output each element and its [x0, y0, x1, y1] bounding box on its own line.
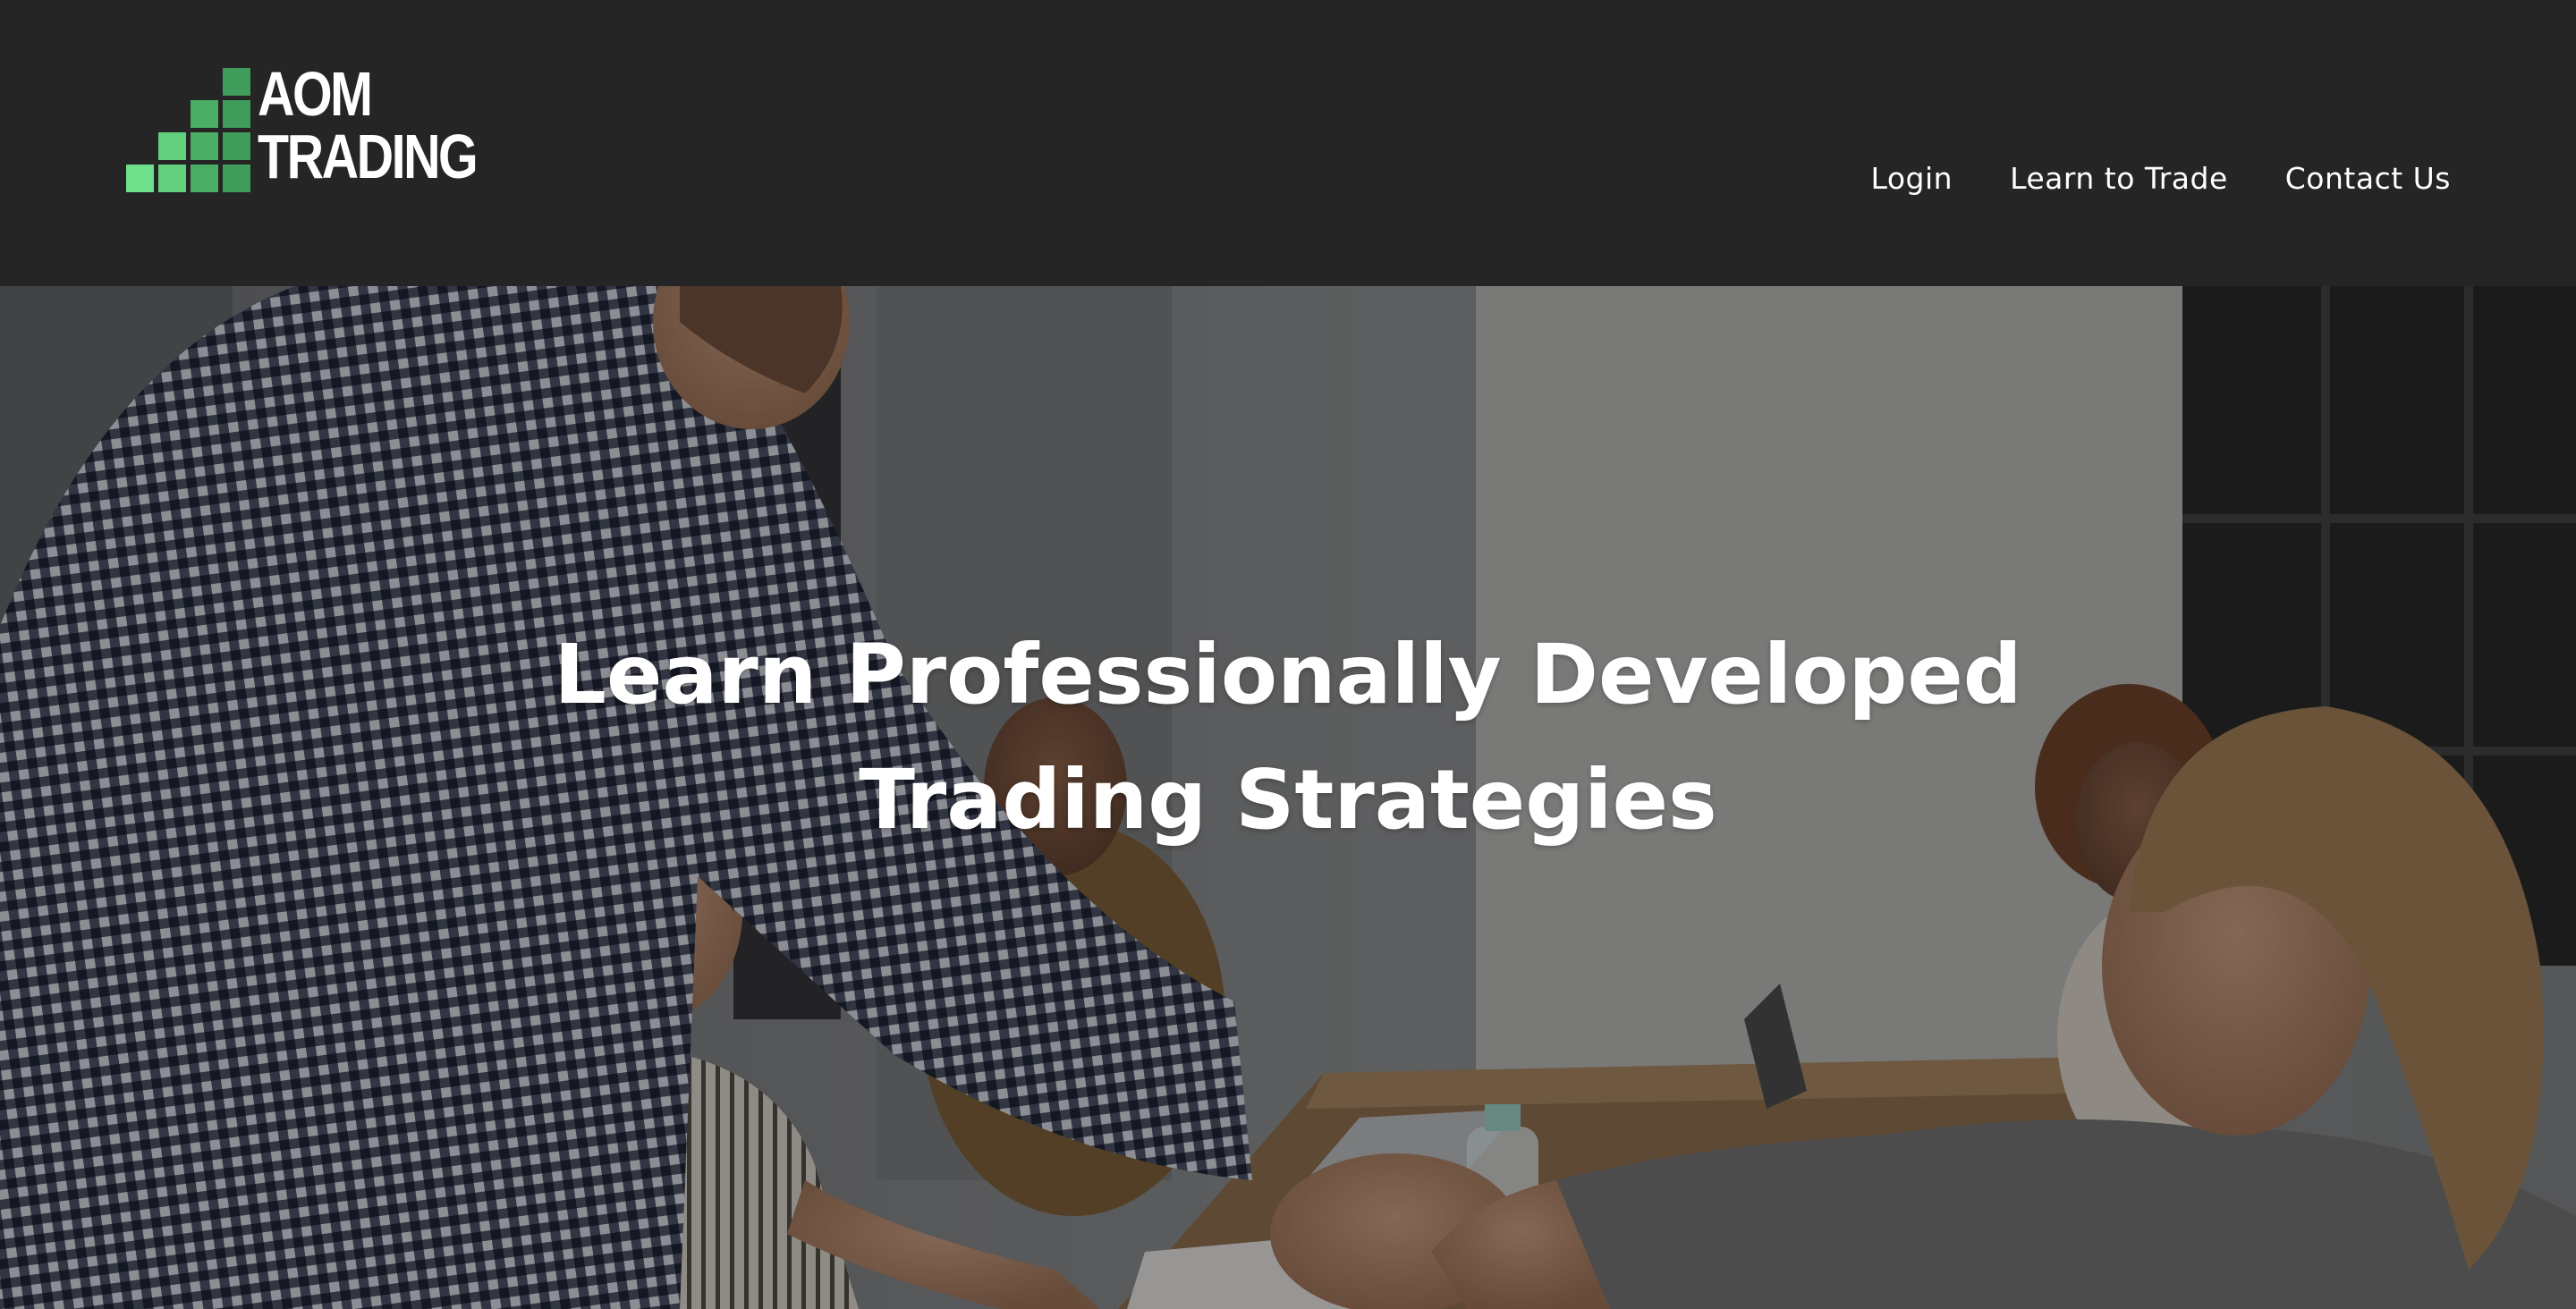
- logo-line-2: TRADING: [258, 122, 479, 191]
- logo-line-1: AOM: [258, 59, 373, 129]
- logo-bars-icon: [125, 68, 250, 198]
- nav-learn-to-trade-link[interactable]: Learn to Trade: [2010, 161, 2228, 196]
- hero-title-line-1: Learn Professionally Developed: [554, 627, 2022, 722]
- hero-title-line-2: Trading Strategies: [859, 752, 1717, 848]
- brand-logo[interactable]: AOM TRADING: [125, 63, 501, 202]
- main-nav: Login Learn to Trade Contact Us: [1871, 161, 2451, 196]
- nav-contact-us-link[interactable]: Contact Us: [2285, 161, 2451, 196]
- logo-wordmark: AOM TRADING: [258, 59, 479, 191]
- hero-section: Learn Professionally Developed Trading S…: [0, 286, 2576, 1309]
- site-header: AOM TRADING Login Learn to Trade Contact…: [0, 0, 2576, 286]
- hero-title: Learn Professionally Developed Trading S…: [0, 612, 2576, 863]
- nav-login-link[interactable]: Login: [1871, 161, 1953, 196]
